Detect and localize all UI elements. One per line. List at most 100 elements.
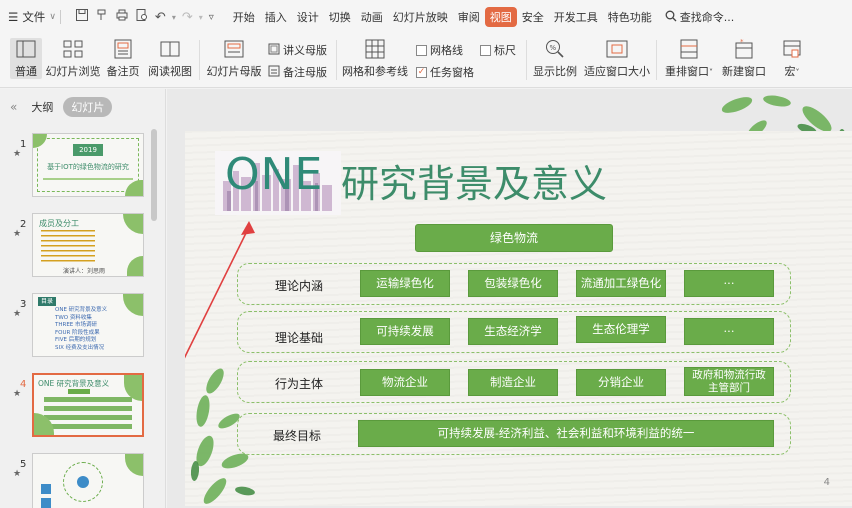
slide-thumbnail-5[interactable] [32, 453, 144, 508]
row-item[interactable]: 流通加工绿色化 [576, 270, 666, 297]
quick-access-toolbar: ↶ ▾ ↷ ▾ ▿ [75, 8, 214, 26]
row-label-goal[interactable]: 最终目标 [273, 427, 321, 444]
row-item[interactable]: ··· [684, 270, 774, 297]
slide-thumbnail-3[interactable]: 目录 ONE 研究背景及意义 TWO 资料收集 THREE 市场调研 FOUR … [32, 293, 144, 357]
gridlines-label: 网格线 [430, 44, 463, 57]
file-menu[interactable]: ☰ 文件 ∨ [8, 9, 56, 25]
redo-dropdown-icon[interactable]: ▾ [199, 13, 203, 22]
fit-window-label: 适应窗口大小 [584, 65, 650, 78]
slide[interactable]: ONE 研究背景及意义 绿色物流 理论内涵 运输绿色化 包装绿色化 流通加工绿色… [185, 131, 852, 506]
slides-panel: « 大纲 幻灯片 1 ★ 2019 基于IOT的绿色物流的研究 2 ★ 成员及分… [0, 89, 166, 508]
gridlines-checkbox[interactable]: 网格线 [416, 42, 463, 58]
view-ribbon: 普通 幻灯片浏览 备注页 阅读视图 幻灯片母版 讲义母版 备注母版 网格和参考线… [0, 34, 852, 88]
redo-icon[interactable]: ↷ [182, 10, 193, 25]
notes-page-button[interactable]: 备注页 [104, 38, 142, 79]
normal-view-button[interactable]: 普通 [10, 38, 42, 79]
animation-star-icon: ★ [13, 469, 22, 479]
chevron-down-icon: ∨ [49, 12, 56, 22]
tab-slideshow[interactable]: 幻灯片放映 [388, 7, 453, 27]
undo-icon[interactable]: ↶ [155, 10, 166, 25]
save-icon[interactable] [75, 8, 89, 26]
row-label-theory-basis[interactable]: 理论基础 [275, 329, 323, 346]
new-window-icon: * [733, 38, 755, 60]
task-pane-checkbox[interactable]: ✓ 任务窗格 [416, 64, 474, 80]
slide-thumbnail-4[interactable]: ONE 研究背景及意义 [32, 373, 144, 437]
file-menu-label: 文件 [22, 10, 46, 24]
handout-master-label: 讲义母版 [283, 44, 327, 57]
notes-master-label: 备注母版 [283, 66, 327, 79]
tab-security[interactable]: 安全 [517, 7, 549, 27]
row-item[interactable]: 包装绿色化 [468, 270, 558, 297]
row-item[interactable]: 物流企业 [360, 369, 450, 396]
new-window-button[interactable]: * 新建窗口 [720, 38, 768, 79]
row-item[interactable]: 生态伦理学 [576, 316, 666, 343]
arrange-windows-label: 重排窗口˅ [665, 65, 713, 78]
collapse-panel-icon[interactable]: « [10, 100, 17, 114]
thumb-title: 目录 [38, 297, 56, 306]
zoom-label: 显示比例 [533, 65, 577, 78]
slide-master-button[interactable]: 幻灯片母版 [204, 38, 264, 79]
macros-button[interactable]: 宏˅ [778, 38, 806, 79]
slide-sorter-button[interactable]: 幻灯片浏览 [44, 38, 102, 79]
new-window-label: 新建窗口 [722, 65, 766, 78]
row-item[interactable]: 可持续发展-经济利益、社会利益和环境利益的统一 [358, 420, 774, 447]
notes-master-button[interactable]: 备注母版 [268, 64, 327, 80]
tab-slides[interactable]: 幻灯片 [63, 97, 113, 117]
green-logistics-box[interactable]: 绿色物流 [415, 224, 613, 252]
undo-dropdown-icon[interactable]: ▾ [172, 13, 176, 22]
fit-window-button[interactable]: 适应窗口大小 [582, 38, 652, 79]
section-number[interactable]: ONE [225, 149, 323, 200]
tab-animations[interactable]: 动画 [356, 7, 388, 27]
row-item[interactable]: 分销企业 [576, 369, 666, 396]
reading-view-button[interactable]: 阅读视图 [146, 38, 194, 79]
print-preview-icon[interactable] [135, 8, 149, 26]
slides-scrollbar[interactable] [151, 129, 157, 221]
thumb-title: 成员及分工 [39, 219, 79, 228]
slide-master-icon [223, 38, 245, 60]
tab-outline[interactable]: 大纲 [31, 99, 53, 115]
arrange-windows-icon [678, 38, 700, 60]
tab-view[interactable]: 视图 [484, 7, 517, 27]
slide-editor-canvas: ONE 研究背景及意义 绿色物流 理论内涵 运输绿色化 包装绿色化 流通加工绿色… [167, 89, 852, 508]
tab-review[interactable]: 审阅 [453, 7, 485, 27]
svg-text:*: * [740, 39, 744, 46]
format-painter-icon[interactable] [95, 8, 109, 26]
divider [656, 40, 657, 80]
handout-master-button[interactable]: 讲义母版 [268, 42, 327, 58]
row-label-theory-content[interactable]: 理论内涵 [275, 277, 323, 294]
customize-toolbar-icon[interactable]: ▿ [209, 12, 214, 23]
tab-home[interactable]: 开始 [228, 7, 260, 27]
row-item[interactable]: 生态经济学 [468, 318, 558, 345]
slide-thumbnail-1[interactable]: 2019 基于IOT的绿色物流的研究 [32, 133, 144, 197]
print-icon[interactable] [115, 8, 129, 26]
macros-icon [781, 38, 803, 60]
slide-title[interactable]: 研究背景及意义 [341, 153, 607, 208]
row-item[interactable]: 政府和物流行政主管部门 [684, 367, 774, 396]
arrange-windows-button[interactable]: 重排窗口˅ [662, 38, 716, 79]
normal-view-label: 普通 [15, 65, 37, 78]
tab-developer[interactable]: 开发工具 [549, 7, 603, 27]
grid-guides-button[interactable]: 网格和参考线 [342, 38, 408, 79]
ruler-checkbox-box [480, 44, 491, 56]
animation-star-icon: ★ [13, 229, 22, 239]
row-item[interactable]: 可持续发展 [360, 318, 450, 345]
thumb-sub: 演讲人：刘思雨 [63, 268, 106, 275]
task-pane-checkbox-box: ✓ [416, 66, 427, 78]
command-search[interactable]: 查找命令... [665, 9, 734, 25]
tab-features[interactable]: 特色功能 [603, 7, 657, 27]
zoom-icon: % [544, 38, 566, 60]
row-item[interactable]: ··· [684, 318, 774, 345]
tab-insert[interactable]: 插入 [260, 7, 292, 27]
tab-design[interactable]: 设计 [292, 7, 324, 27]
slide-thumbnail-2[interactable]: 成员及分工 演讲人：刘思雨 [32, 213, 144, 277]
thumb-toc-item: ONE 研究背景及意义 [55, 307, 108, 313]
row-label-actors[interactable]: 行为主体 [275, 375, 323, 392]
zoom-button[interactable]: % 显示比例 [532, 38, 578, 79]
slides-panel-header: « 大纲 幻灯片 [0, 89, 166, 125]
macros-label: 宏˅ [784, 65, 800, 78]
tab-transitions[interactable]: 切换 [324, 7, 356, 27]
thumb-toc-item: FIVE 后期的规划 [55, 337, 97, 344]
ruler-checkbox[interactable]: 标尺 [480, 42, 516, 58]
row-item[interactable]: 运输绿色化 [360, 270, 450, 297]
row-item[interactable]: 制造企业 [468, 369, 558, 396]
